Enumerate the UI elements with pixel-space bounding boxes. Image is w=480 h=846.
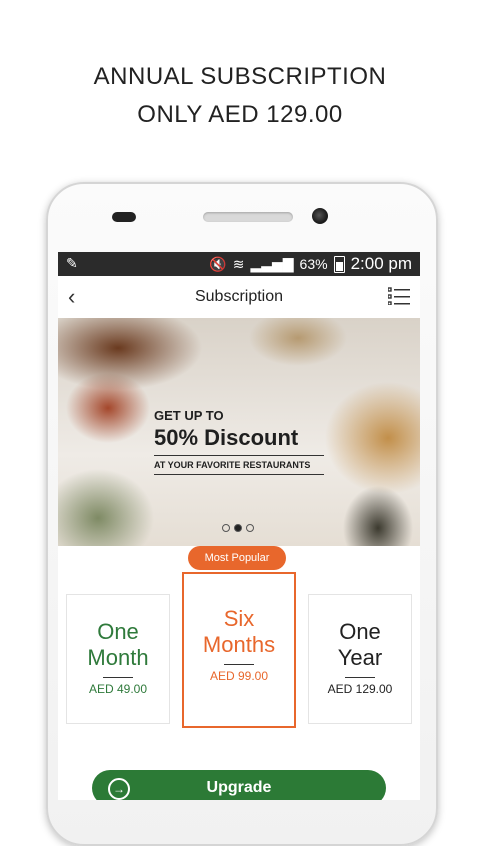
hero-line-2: 50% Discount xyxy=(154,425,324,456)
upgrade-button[interactable]: → Upgrade xyxy=(92,770,386,800)
promo-text: ANNUAL SUBSCRIPTION ONLY AED 129.00 xyxy=(0,58,480,134)
plan-name-line-2: Months xyxy=(202,632,276,657)
status-time: 2:00 pm xyxy=(350,254,412,273)
plan-name-line-2: Month xyxy=(87,645,149,670)
app-bar: ‹ Subscription xyxy=(58,276,420,319)
status-bar: ✎ 🔇 ≋ ▂▃▅▇ 63% 2:00 pm xyxy=(58,252,420,276)
volume-muted-icon: 🔇 xyxy=(209,255,227,272)
hero-line-3: AT YOUR FAVORITE RESTAURANTS xyxy=(154,460,324,475)
plan-name-line-2: Year xyxy=(337,645,383,670)
notification-icon: ✎ xyxy=(66,255,78,271)
battery-icon xyxy=(333,255,345,273)
plans-area: One Month AED 49.00 Six Months AED 99.00… xyxy=(58,546,420,800)
plan-name-line-1: Six xyxy=(223,606,255,631)
plan-name: Six Months xyxy=(184,606,294,658)
phone-camera xyxy=(312,208,328,224)
plan-one-month[interactable]: One Month AED 49.00 xyxy=(66,594,170,724)
plan-six-months[interactable]: Six Months AED 99.00 xyxy=(182,572,296,728)
plan-price: AED 99.00 xyxy=(209,669,269,683)
plan-name-line-1: One xyxy=(97,619,139,644)
phone-sensor xyxy=(112,212,136,222)
status-right: 🔇 ≋ ▂▃▅▇ 63% 2:00 pm xyxy=(209,254,412,274)
plan-price: AED 49.00 xyxy=(88,682,148,696)
plan-name: One Year xyxy=(309,619,411,671)
page-title: Subscription xyxy=(194,288,284,305)
promo-line-1: ANNUAL SUBSCRIPTION xyxy=(93,63,387,90)
carousel-dot[interactable] xyxy=(246,524,254,532)
phone-speaker xyxy=(203,212,293,222)
upgrade-label: Upgrade xyxy=(206,779,272,796)
battery-percent: 63% xyxy=(299,256,328,272)
carousel-dot[interactable] xyxy=(222,524,230,532)
plan-divider xyxy=(224,664,254,665)
plan-price: AED 129.00 xyxy=(327,682,393,696)
wifi-icon: ≋ xyxy=(232,255,245,272)
hero-line-1: GET UP TO xyxy=(154,408,224,423)
signal-icon: ▂▃▅▇ xyxy=(250,255,294,272)
most-popular-badge: Most Popular xyxy=(188,546,286,570)
plan-divider xyxy=(103,677,133,678)
plan-name-line-1: One xyxy=(339,619,381,644)
arrow-right-circle-icon: → xyxy=(108,778,130,800)
plan-divider xyxy=(345,677,375,678)
plan-one-year[interactable]: One Year AED 129.00 xyxy=(308,594,412,724)
promo-line-2: ONLY AED 129.00 xyxy=(137,101,343,128)
phone-screen: ✎ 🔇 ≋ ▂▃▅▇ 63% 2:00 pm ‹ Subscription GE… xyxy=(58,252,420,800)
hero-banner[interactable]: GET UP TO 50% Discount AT YOUR FAVORITE … xyxy=(58,318,420,546)
carousel-dots xyxy=(222,524,254,532)
hero-text: GET UP TO 50% Discount AT YOUR FAVORITE … xyxy=(154,408,324,475)
list-menu-icon[interactable] xyxy=(388,287,410,305)
plan-name: One Month xyxy=(67,619,169,671)
carousel-dot-active[interactable] xyxy=(234,524,242,532)
